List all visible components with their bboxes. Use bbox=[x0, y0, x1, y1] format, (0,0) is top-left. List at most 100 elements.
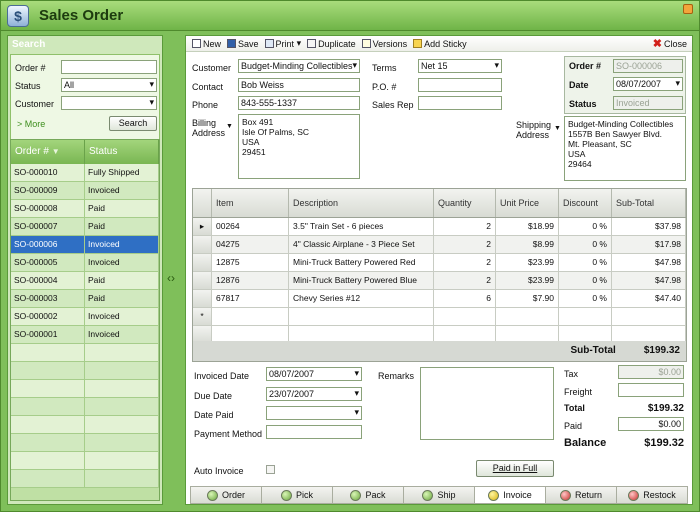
due-date-field[interactable]: 23/07/2007 bbox=[266, 387, 362, 401]
quantity-cell[interactable]: 2 bbox=[434, 236, 496, 253]
item-cell[interactable]: 12875 bbox=[212, 254, 289, 271]
versions-button[interactable]: Versions bbox=[361, 39, 407, 49]
remarks-field[interactable] bbox=[420, 367, 554, 440]
item-cell[interactable]: 67817 bbox=[212, 290, 289, 307]
item-column-header[interactable]: Item bbox=[212, 189, 289, 217]
quantity-column-header[interactable]: Quantity bbox=[434, 189, 496, 217]
discount-cell[interactable]: 0 % bbox=[559, 218, 612, 235]
order-list-row[interactable]: SO-000007 Paid bbox=[11, 218, 159, 236]
description-cell[interactable]: Chevy Series #12 bbox=[289, 290, 434, 307]
quantity-cell[interactable]: 2 bbox=[434, 254, 496, 271]
unit-price-cell[interactable]: $7.90 bbox=[496, 290, 559, 307]
order-list-row[interactable]: SO-000006 Invoiced bbox=[11, 236, 159, 254]
item-cell[interactable]: 00264 bbox=[212, 218, 289, 235]
row-selector[interactable]: * bbox=[193, 308, 212, 325]
add-sticky-button[interactable]: Add Sticky bbox=[413, 39, 467, 49]
discount-column-header[interactable]: Discount bbox=[559, 189, 612, 217]
freight-field[interactable] bbox=[618, 383, 684, 397]
date-paid-field[interactable] bbox=[266, 406, 362, 420]
save-button[interactable]: Save bbox=[227, 39, 259, 49]
order-list-row[interactable]: SO-000010 Fully Shipped bbox=[11, 164, 159, 182]
quantity-cell[interactable]: 6 bbox=[434, 290, 496, 307]
row-selector[interactable] bbox=[193, 236, 212, 253]
shipping-address-dropdown-icon[interactable]: ▼ bbox=[554, 125, 561, 132]
line-item-row[interactable]: 12875 Mini-Truck Battery Powered Red 2 $23.… bbox=[193, 254, 686, 272]
tab-order[interactable]: Order bbox=[190, 486, 262, 504]
payment-method-field[interactable] bbox=[266, 425, 362, 439]
unit-price-cell[interactable]: $23.99 bbox=[496, 254, 559, 271]
discount-cell[interactable]: 0 % bbox=[559, 290, 612, 307]
sales-rep-field[interactable] bbox=[418, 96, 502, 110]
subtotal-column-header[interactable]: Sub-Total bbox=[612, 189, 686, 217]
order-column-header[interactable]: Order # ▼ bbox=[11, 140, 85, 164]
description-cell[interactable]: 4" Classic Airplane - 3 Piece Set bbox=[289, 236, 434, 253]
order-list-empty-row bbox=[11, 452, 159, 470]
description-column-header[interactable]: Description bbox=[289, 189, 434, 217]
discount-cell[interactable]: 0 % bbox=[559, 254, 612, 271]
discount-cell[interactable]: 0 % bbox=[559, 272, 612, 289]
print-dropdown-icon[interactable]: ▾ bbox=[297, 38, 302, 49]
line-item-row[interactable]: ▸ 00264 3.5" Train Set - 6 pieces 2 $18.99 0 … bbox=[193, 218, 686, 236]
line-item-row[interactable]: 12876 Mini-Truck Battery Powered Blue 2 $23… bbox=[193, 272, 686, 290]
item-cell[interactable]: 04275 bbox=[212, 236, 289, 253]
status-column-header[interactable]: Status bbox=[85, 140, 159, 164]
search-button[interactable]: Search bbox=[109, 116, 157, 131]
order-list-row[interactable]: SO-000008 Paid bbox=[11, 200, 159, 218]
phone-field[interactable]: 843-555-1337 bbox=[238, 96, 360, 110]
order-list-row[interactable]: SO-000003 Paid bbox=[11, 290, 159, 308]
terms-label: Terms bbox=[372, 63, 397, 73]
order-list-row[interactable]: SO-000001 Invoiced bbox=[11, 326, 159, 344]
window-menu-icon[interactable] bbox=[683, 4, 693, 14]
billing-address-dropdown-icon[interactable]: ▼ bbox=[226, 123, 233, 130]
tab-ship[interactable]: Ship bbox=[404, 486, 475, 504]
duplicate-button[interactable]: Duplicate bbox=[307, 39, 356, 49]
unit-price-cell[interactable]: $8.99 bbox=[496, 236, 559, 253]
tab-return[interactable]: Return bbox=[546, 486, 617, 504]
order-list-row[interactable]: SO-000004 Paid bbox=[11, 272, 159, 290]
more-link[interactable]: > More bbox=[17, 119, 45, 129]
status-red-icon bbox=[628, 489, 640, 501]
unit-price-column-header[interactable]: Unit Price bbox=[496, 189, 559, 217]
quantity-cell[interactable]: 2 bbox=[434, 272, 496, 289]
close-button[interactable]: ✖ Close bbox=[653, 37, 687, 50]
description-cell[interactable]: Mini-Truck Battery Powered Red bbox=[289, 254, 434, 271]
new-button[interactable]: New bbox=[192, 39, 221, 49]
order-list-row[interactable]: SO-000002 Invoiced bbox=[11, 308, 159, 326]
contact-field[interactable]: Bob Weiss bbox=[238, 78, 360, 92]
order-list-row[interactable]: SO-000009 Invoiced bbox=[11, 182, 159, 200]
status-select[interactable]: All bbox=[61, 78, 157, 92]
row-selector[interactable]: ▸ bbox=[193, 218, 212, 235]
customer-select[interactable] bbox=[61, 96, 157, 110]
description-cell[interactable]: Mini-Truck Battery Powered Blue bbox=[289, 272, 434, 289]
line-item-row[interactable]: 67817 Chevy Series #12 6 $7.90 0 % $47.40 bbox=[193, 290, 686, 308]
paid-field[interactable]: $0.00 bbox=[618, 417, 684, 431]
date-field[interactable]: 08/07/2007 bbox=[613, 77, 683, 91]
line-item-row[interactable]: 04275 4" Classic Airplane - 3 Piece Set 2 $… bbox=[193, 236, 686, 254]
print-button[interactable]: Print ▾ bbox=[264, 38, 302, 49]
invoiced-date-field[interactable]: 08/07/2007 bbox=[266, 367, 362, 381]
terms-select[interactable]: Net 15 bbox=[418, 59, 502, 73]
auto-invoice-checkbox[interactable] bbox=[266, 465, 275, 474]
row-selector[interactable] bbox=[193, 272, 212, 289]
unit-price-cell[interactable]: $23.99 bbox=[496, 272, 559, 289]
new-line-item-row[interactable]: * bbox=[193, 308, 686, 326]
tab-pick[interactable]: Pick bbox=[262, 486, 333, 504]
item-cell[interactable]: 12876 bbox=[212, 272, 289, 289]
customer-field[interactable]: Budget-Minding Collectibles bbox=[238, 59, 360, 73]
tab-invoice[interactable]: Invoice bbox=[475, 486, 546, 504]
description-cell[interactable]: 3.5" Train Set - 6 pieces bbox=[289, 218, 434, 235]
order-list-row[interactable]: SO-000005 Invoiced bbox=[11, 254, 159, 272]
quantity-cell[interactable]: 2 bbox=[434, 218, 496, 235]
shipping-address-field[interactable]: Budget-Minding Collectibles 1557B Ben Sa… bbox=[564, 116, 686, 181]
collapse-splitter-icon[interactable]: ‹› bbox=[167, 271, 175, 285]
unit-price-cell[interactable]: $18.99 bbox=[496, 218, 559, 235]
tab-restock[interactable]: Restock bbox=[617, 486, 688, 504]
discount-cell[interactable]: 0 % bbox=[559, 236, 612, 253]
row-selector[interactable] bbox=[193, 290, 212, 307]
order-number-input[interactable] bbox=[61, 60, 157, 74]
row-selector[interactable] bbox=[193, 254, 212, 271]
billing-address-field[interactable]: Box 491 Isle Of Palms, SC USA 29451 bbox=[238, 114, 360, 179]
po-number-field[interactable] bbox=[418, 78, 502, 92]
paid-in-full-button[interactable]: Paid in Full bbox=[476, 460, 554, 477]
tab-pack[interactable]: Pack bbox=[333, 486, 404, 504]
